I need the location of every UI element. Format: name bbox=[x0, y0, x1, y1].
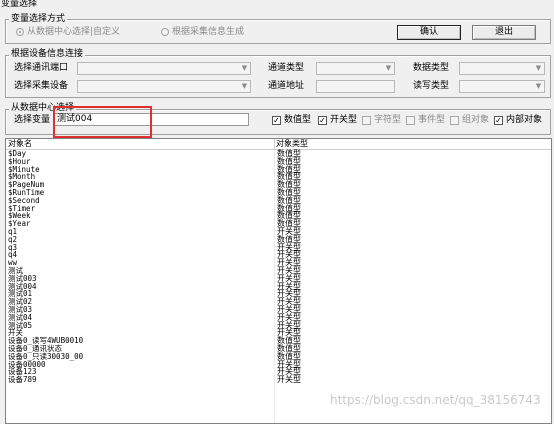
device-combo[interactable]: ▼ bbox=[77, 80, 251, 93]
rw-type-combo[interactable]: ▼ bbox=[459, 80, 545, 93]
radio-data-center[interactable] bbox=[16, 28, 24, 36]
filter-group-checkbox[interactable] bbox=[450, 116, 459, 125]
device-group-legend: 根据设备信息连接 bbox=[9, 49, 86, 59]
rw-type-label: 读写类型 bbox=[413, 81, 450, 91]
chevron-down-icon: ▼ bbox=[535, 64, 542, 72]
radio-generate[interactable] bbox=[161, 28, 169, 36]
channel-type-label: 通道类型 bbox=[268, 63, 305, 73]
object-name: 设备789 bbox=[8, 375, 37, 385]
radio-data-center-label: 从数据中心选择|自定义 bbox=[27, 27, 121, 37]
filter-internal-label: 内部对象 bbox=[506, 115, 543, 125]
mode-group-legend: 变量选择方式 bbox=[9, 14, 68, 24]
filter-string-checkbox[interactable] bbox=[362, 116, 371, 125]
port-label: 选择通讯端口 bbox=[14, 63, 69, 73]
channel-type-combo[interactable]: ▼ bbox=[316, 62, 395, 75]
object-type: 开关型 bbox=[277, 375, 301, 385]
watermark: https://blog.csdn.net/qq_38156743 bbox=[330, 393, 541, 407]
column-header-type[interactable]: 对象类型 bbox=[276, 139, 308, 149]
chevron-down-icon: ▼ bbox=[241, 82, 248, 90]
channel-addr-label: 通道地址 bbox=[268, 81, 305, 91]
window-title: 变量选择 bbox=[1, 0, 38, 9]
data-type-label: 数据类型 bbox=[413, 63, 450, 73]
filter-numeric-label: 数值型 bbox=[284, 115, 312, 125]
select-var-label: 选择变量 bbox=[14, 115, 51, 125]
cancel-button[interactable]: 退出 bbox=[472, 25, 536, 40]
chevron-down-icon: ▼ bbox=[241, 64, 248, 72]
channel-addr-field[interactable] bbox=[316, 80, 395, 93]
filter-event-checkbox[interactable] bbox=[406, 116, 415, 125]
port-combo[interactable]: ▼ bbox=[77, 62, 251, 75]
device-label: 选择采集设备 bbox=[14, 81, 69, 91]
list-rows: $Day 数值型 $Hour 数值型 $Minute 数值型 $Month 数值型 $PageN… bbox=[6, 150, 551, 384]
data-type-combo[interactable]: ▼ bbox=[459, 62, 545, 75]
column-separator[interactable] bbox=[274, 139, 275, 149]
filter-internal-checkbox[interactable]: ✓ bbox=[494, 116, 503, 125]
filter-numeric-checkbox[interactable]: ✓ bbox=[272, 116, 281, 125]
filter-switch-label: 开关型 bbox=[330, 115, 358, 125]
highlight-box bbox=[53, 106, 152, 138]
object-list[interactable]: 对象名 对象类型 $Day 数值型 $Hour 数值型 $Minute 数值型 $Month… bbox=[5, 138, 552, 424]
chevron-down-icon: ▼ bbox=[385, 64, 392, 72]
filter-event-label: 事件型 bbox=[418, 115, 446, 125]
ok-button[interactable]: 确认 bbox=[397, 25, 461, 40]
chevron-down-icon: ▼ bbox=[535, 82, 542, 90]
filter-group-label: 组对象 bbox=[462, 115, 490, 125]
filter-string-label: 字符型 bbox=[374, 115, 402, 125]
window-titlebar: 变量选择 bbox=[0, 0, 554, 9]
column-header-name[interactable]: 对象名 bbox=[8, 139, 32, 149]
filter-switch-checkbox[interactable]: ✓ bbox=[318, 116, 327, 125]
radio-generate-label: 根据采集信息生成 bbox=[172, 27, 245, 37]
table-row[interactable]: 设备789 开关型 bbox=[6, 376, 551, 384]
